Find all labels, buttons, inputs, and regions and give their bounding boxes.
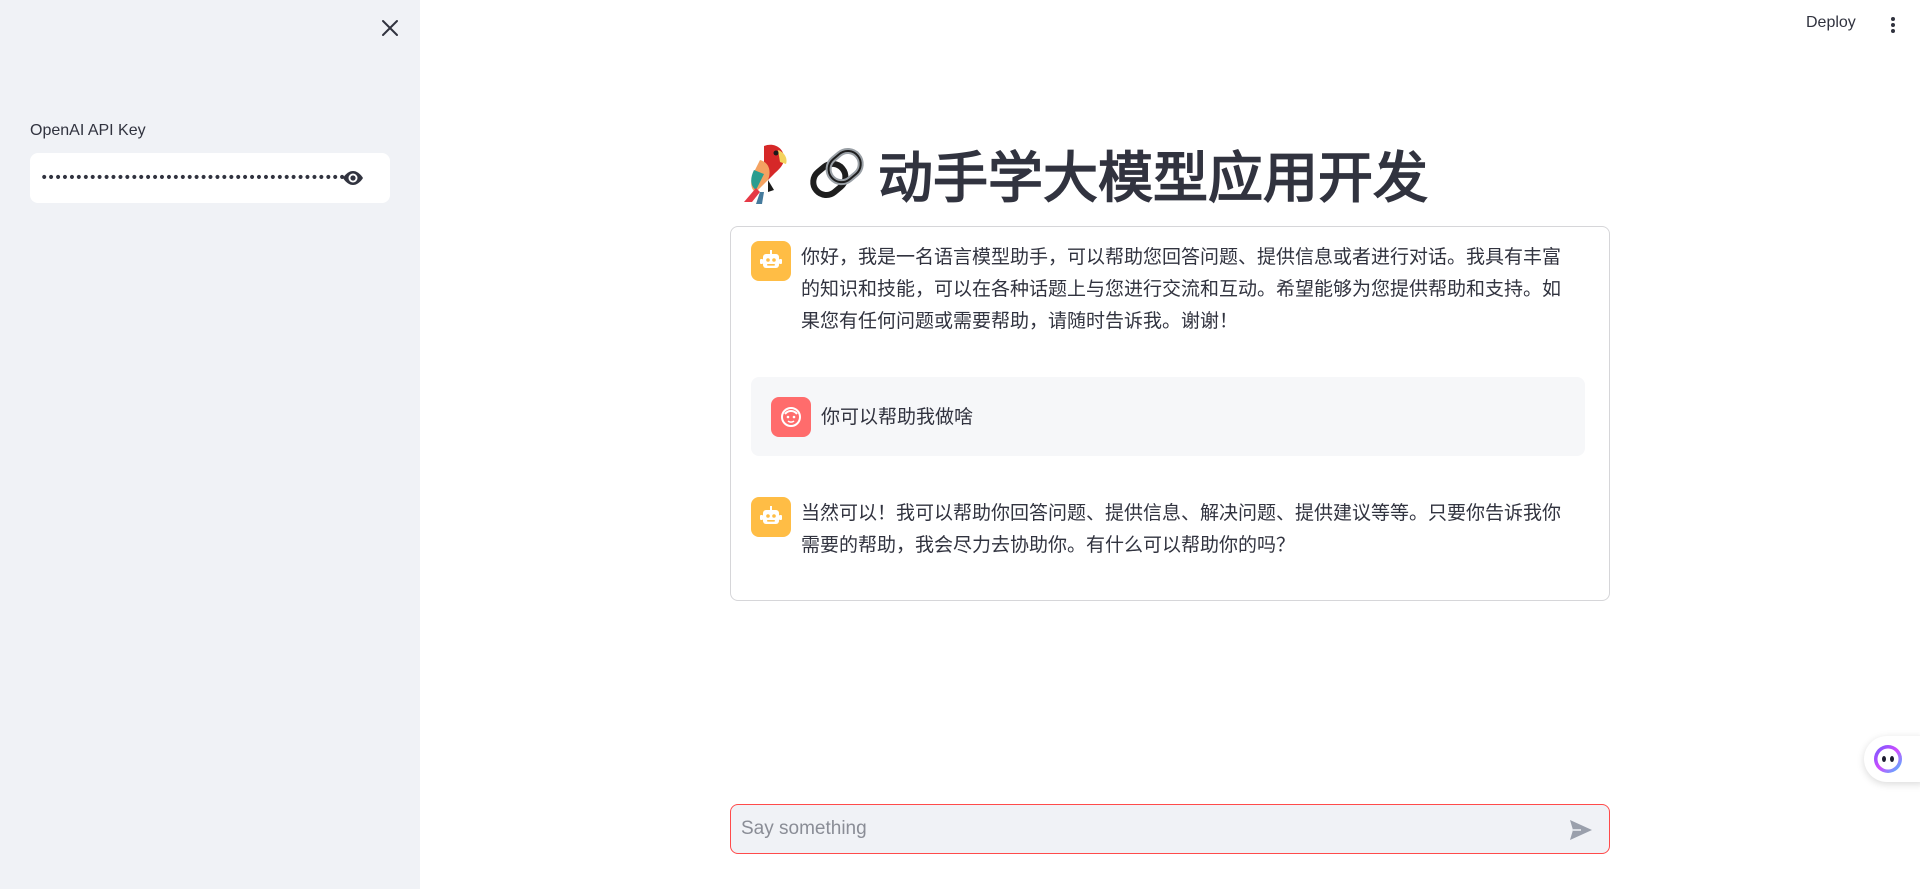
api-key-label: OpenAI API Key: [30, 122, 146, 139]
sidebar: OpenAI API Key: [0, 0, 420, 889]
eye-icon: [343, 171, 363, 185]
chat-message-user: 你可以帮助我做啥: [751, 377, 1585, 456]
chat-message-assistant: 你好，我是一名语言模型助手，可以帮助您回答问题、提供信息或者进行对话。我具有丰富…: [751, 241, 1585, 337]
page-title: 动手学大模型应用开发: [734, 138, 1428, 210]
title-text: 动手学大模型应用开发: [878, 146, 1429, 210]
face-icon: [781, 406, 801, 427]
chat-container: 你好，我是一名语言模型助手，可以帮助您回答问题、提供信息或者进行对话。我具有丰富…: [730, 226, 1610, 601]
send-button[interactable]: [1567, 817, 1595, 843]
robot-icon: [760, 506, 782, 524]
message-text: 你可以帮助我做啥: [821, 405, 974, 428]
close-sidebar-button[interactable]: [376, 14, 404, 42]
main-menu-button[interactable]: [1882, 14, 1904, 36]
chat-input[interactable]: [741, 818, 1541, 840]
deploy-button[interactable]: Deploy: [1806, 14, 1856, 32]
close-icon: [382, 20, 398, 36]
user-avatar: [771, 396, 811, 437]
robot-icon: [760, 250, 782, 268]
chat-message-assistant: 当然可以！我可以帮助你回答问题、提供信息、解决问题、提供建议等等。只要你告诉我你…: [751, 497, 1585, 561]
floating-assistant-button[interactable]: [1864, 736, 1920, 782]
send-icon: [1570, 820, 1592, 840]
show-password-button[interactable]: [340, 166, 366, 190]
message-text: 你好，我是一名语言模型助手，可以帮助您回答问题、提供信息或者进行对话。我具有丰富…: [801, 246, 1562, 332]
bot-avatar: [751, 241, 791, 281]
chat-input-box[interactable]: [730, 804, 1610, 854]
parrot-icon: [744, 144, 787, 204]
assistant-face-icon: [1874, 745, 1902, 773]
bot-avatar: [751, 497, 791, 537]
message-text: 当然可以！我可以帮助你回答问题、提供信息、解决问题、提供建议等等。只要你告诉我你…: [801, 502, 1562, 556]
kebab-menu-icon: [1891, 17, 1895, 33]
link-icon: [810, 148, 864, 198]
api-key-field[interactable]: [30, 153, 390, 203]
api-key-input[interactable]: [40, 170, 350, 186]
